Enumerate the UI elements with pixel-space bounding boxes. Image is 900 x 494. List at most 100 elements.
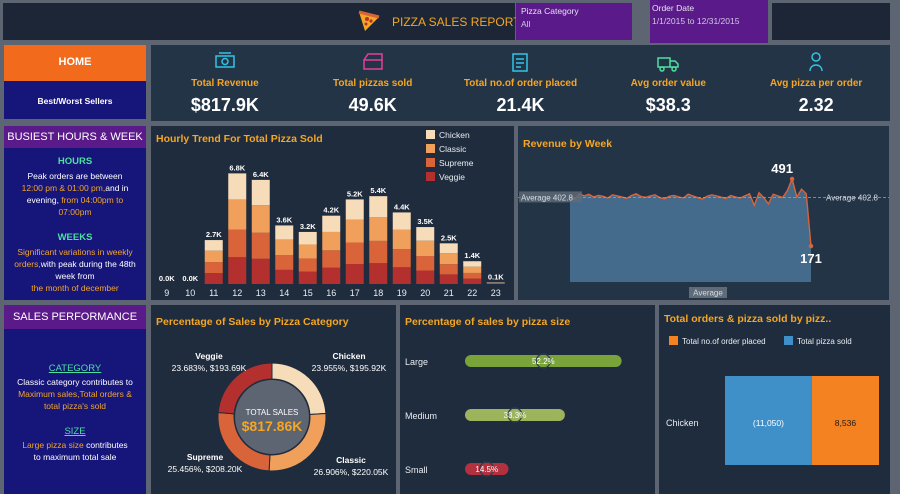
bar-segment[interactable] (298, 258, 317, 272)
weeks-line-1: Significant variations in weekly (17, 247, 133, 257)
bar-segment[interactable] (275, 269, 294, 284)
money-icon (213, 50, 237, 79)
bar-segment[interactable] (439, 264, 458, 275)
size-line-1: Large pizza size contributes (4, 439, 146, 451)
bar-segment[interactable] (251, 232, 270, 259)
size-panel: Percentage of sales by pizza size Large 5… (400, 305, 655, 494)
bar-segment[interactable] (228, 173, 247, 200)
bar-segment[interactable] (463, 266, 482, 273)
category-filter-label: Pizza Category (521, 6, 579, 16)
pizza-logo-icon (356, 8, 382, 39)
bar-segment[interactable] (228, 257, 247, 284)
legend-label-pizza: Total pizza sold (797, 337, 852, 346)
date-filter[interactable]: Order Date 1/1/2015 to 12/31/2015 (650, 0, 768, 43)
bar-segment[interactable] (204, 250, 223, 263)
hours-evening: evening, (26, 195, 62, 205)
bar-segment[interactable] (463, 278, 482, 284)
size-category-label: Large (405, 357, 428, 367)
bar-segment[interactable] (369, 263, 388, 284)
orders-label: 8,536 (835, 418, 857, 428)
report-title: PIZZA SALES REPORT (392, 15, 521, 29)
hour-tick-label: 15 (303, 288, 313, 298)
bar-segment[interactable] (275, 255, 294, 270)
sales-perf-panel: SALES PERFORMANCE CATEGORY Classic categ… (4, 305, 146, 494)
delivery-icon (656, 50, 680, 79)
kpi-card: Total pizzas sold 49.6K (299, 45, 447, 121)
bar-segment[interactable] (275, 239, 294, 256)
bar-segment[interactable] (228, 199, 247, 230)
legend-label: Veggie (439, 172, 465, 182)
busiest-panel: BUSIEST HOURS & WEEK HOURS Peak orders a… (4, 126, 146, 300)
hourly-trend-panel: Hourly Trend For Total Pizza Sold 0.0K 9 0… (151, 126, 514, 300)
legend-swatch (426, 130, 435, 139)
hours-title: HOURS (57, 156, 93, 167)
bar-segment[interactable] (204, 273, 223, 284)
bar-segment[interactable] (439, 243, 458, 254)
bar-segment[interactable] (416, 256, 435, 271)
hour-tick-label: 16 (326, 288, 336, 298)
size-large: Large pizza size (22, 440, 84, 450)
bar-segment[interactable] (369, 196, 388, 218)
average-label-right: Average 402.8 (826, 193, 878, 202)
chef-icon (804, 50, 828, 79)
bar-segment[interactable] (345, 219, 364, 243)
bar-segment[interactable] (251, 179, 270, 206)
bar-segment[interactable] (439, 274, 458, 284)
bar-segment[interactable] (275, 225, 294, 240)
home-button[interactable]: HOME (4, 45, 146, 81)
hour-tick-label: 10 (185, 288, 195, 298)
bar-segment[interactable] (439, 253, 458, 265)
bar-segment[interactable] (392, 267, 411, 284)
bar-total-label: 5.2K (347, 189, 363, 198)
bar-segment[interactable] (204, 240, 223, 251)
best-worst-button[interactable]: Best/Worst Sellers (4, 81, 146, 119)
bar-segment[interactable] (251, 258, 270, 284)
bar-segment[interactable] (298, 271, 317, 284)
bar-segment[interactable] (345, 242, 364, 264)
bar-segment[interactable] (369, 240, 388, 264)
bar-segment[interactable] (345, 199, 364, 220)
bar-segment[interactable] (392, 229, 411, 250)
legend-swatch (426, 144, 435, 153)
bar-segment[interactable] (416, 240, 435, 257)
donut-center-label: TOTAL SALES (246, 408, 299, 417)
orders-panel: Total orders & pizza sold by pizz.. Tota… (659, 305, 890, 494)
legend-label-orders: Total no.of order placed (682, 337, 766, 346)
bar-segment[interactable] (416, 270, 435, 284)
bar-segment[interactable] (392, 212, 411, 230)
bar-segment[interactable] (322, 215, 341, 232)
revenue-week-panel: Revenue by Week Average 402.8 Average 402… (518, 126, 889, 300)
bar-segment[interactable] (228, 229, 247, 258)
bar-segment[interactable] (416, 227, 435, 241)
bar-segment[interactable] (463, 272, 482, 279)
bar-segment[interactable] (298, 231, 317, 245)
size-category-label: Small (405, 465, 428, 475)
bar-segment[interactable] (369, 217, 388, 241)
legend-label: Classic (439, 144, 467, 154)
bar-segment[interactable] (392, 249, 411, 268)
bar-segment[interactable] (298, 244, 317, 259)
bar-total-label: 3.5K (417, 217, 433, 226)
bar-segment[interactable] (322, 267, 341, 284)
kpi-card: Total no.of order placed 21.4K (447, 45, 595, 121)
home-button-label: HOME (58, 56, 92, 68)
kpi-title: Total no.of order placed (463, 78, 578, 89)
pie-slice-name: Supreme (187, 452, 224, 462)
bar-segment[interactable] (322, 250, 341, 268)
date-filter-value: 1/1/2015 to 12/31/2015 (652, 16, 740, 26)
bar-segment[interactable] (463, 261, 482, 267)
bar-segment[interactable] (251, 205, 270, 233)
bar-total-label: 2.7K (206, 230, 222, 239)
pie-slice-name: Chicken (332, 351, 365, 361)
bar-segment[interactable] (345, 263, 364, 284)
bar-total-label: 3.2K (300, 222, 316, 231)
bar-segment[interactable] (322, 231, 341, 251)
bar-total-label: 0.0K (182, 274, 198, 283)
legend-label: Supreme (439, 158, 474, 168)
bar-total-label: 3.6K (276, 215, 292, 224)
clipboard-icon (508, 50, 532, 79)
hour-tick-label: 12 (232, 288, 242, 298)
category-filter[interactable]: Pizza Category All (516, 3, 632, 40)
weeks-line-4: the month of december (31, 283, 119, 293)
bar-segment[interactable] (204, 262, 223, 274)
